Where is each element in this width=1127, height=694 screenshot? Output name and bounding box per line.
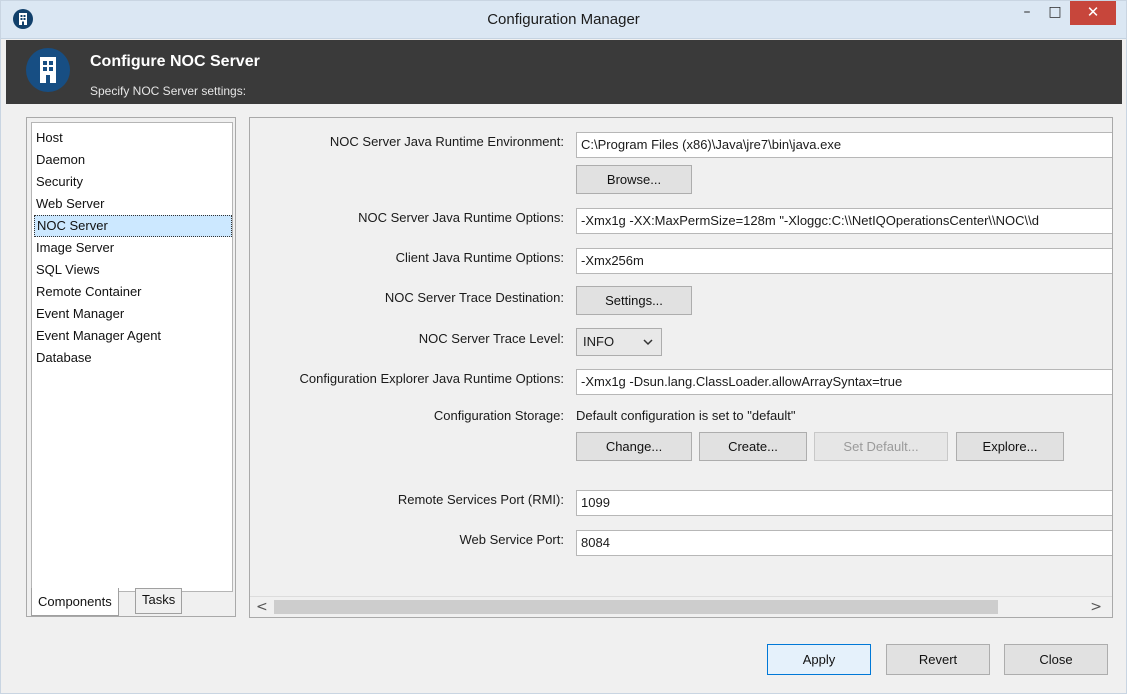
client-options-field[interactable]: -Xmx256m xyxy=(576,248,1112,274)
explorer-options-label: Configuration Explorer Java Runtime Opti… xyxy=(299,371,564,386)
chevron-down-icon xyxy=(643,329,653,365)
close-button[interactable]: Close xyxy=(1004,644,1108,675)
set-default-button[interactable]: Set Default... xyxy=(814,432,948,461)
revert-button[interactable]: Revert xyxy=(886,644,990,675)
trace-destination-label: NOC Server Trace Destination: xyxy=(384,290,564,305)
sidebar-item-daemon[interactable]: Daemon xyxy=(34,149,232,171)
storage-status-text: Default configuration is set to "default… xyxy=(576,408,796,423)
window-title: Configuration Manager xyxy=(487,11,640,28)
sidebar-item-remote-container[interactable]: Remote Container xyxy=(34,281,232,303)
scrollbar-thumb[interactable] xyxy=(274,600,998,614)
sidebar-item-event-manager-agent[interactable]: Event Manager Agent xyxy=(34,325,232,347)
sidebar-item-sql-views[interactable]: SQL Views xyxy=(34,259,232,281)
building-icon xyxy=(26,48,70,92)
sidebar-item-noc-server[interactable]: NOC Server xyxy=(34,215,232,237)
client-options-label: Client Java Runtime Options: xyxy=(395,250,564,265)
configuration-manager-window: Configuration Manager – □ ✕ Configure NO… xyxy=(0,0,1127,694)
rmi-port-label: Remote Services Port (RMI): xyxy=(397,492,564,507)
sidebar-item-image-server[interactable]: Image Server xyxy=(34,237,232,259)
runtime-options-field[interactable]: -Xmx1g -XX:MaxPermSize=128m "-Xloggc:C:\… xyxy=(576,208,1112,234)
sidebar-item-database[interactable]: Database xyxy=(34,347,232,369)
header-banner: Configure NOC Server Specify NOC Server … xyxy=(6,40,1122,104)
change-button[interactable]: Change... xyxy=(576,432,692,461)
trace-level-label: NOC Server Trace Level: xyxy=(418,331,564,346)
web-port-label: Web Service Port: xyxy=(459,532,564,547)
banner-subtitle: Specify NOC Server settings: xyxy=(90,84,247,98)
create-button[interactable]: Create... xyxy=(699,432,807,461)
web-port-field[interactable]: 8084 xyxy=(576,530,1112,556)
jre-field[interactable]: C:\Program Files (x86)\Java\jre7\bin\jav… xyxy=(576,132,1112,158)
rmi-port-field[interactable]: 1099 xyxy=(576,490,1112,516)
minimize-button[interactable]: – xyxy=(1014,1,1040,25)
sidebar-item-security[interactable]: Security xyxy=(34,171,232,193)
trace-level-value: INFO xyxy=(583,334,615,349)
settings-panel: NOC Server Java Runtime Environment: C:\… xyxy=(249,117,1113,618)
tab-components[interactable]: Components xyxy=(31,588,119,616)
close-window-button[interactable]: ✕ xyxy=(1070,1,1116,25)
scroll-left-arrow[interactable]: < xyxy=(256,599,268,615)
panel-tabs: Components Tasks xyxy=(31,588,233,616)
maximize-button[interactable]: □ xyxy=(1041,1,1069,25)
settings-button[interactable]: Settings... xyxy=(576,286,692,315)
components-panel: Host Daemon Security Web Server NOC Serv… xyxy=(26,117,236,617)
horizontal-scrollbar[interactable]: < > xyxy=(250,596,1112,617)
title-bar[interactable]: Configuration Manager – □ ✕ xyxy=(1,1,1126,39)
scroll-right-arrow[interactable]: > xyxy=(1090,599,1102,615)
components-list[interactable]: Host Daemon Security Web Server NOC Serv… xyxy=(31,122,233,592)
tab-tasks[interactable]: Tasks xyxy=(135,588,183,614)
apply-button[interactable]: Apply xyxy=(767,644,871,675)
sidebar-item-web-server[interactable]: Web Server xyxy=(34,193,232,215)
banner-title: Configure NOC Server xyxy=(90,53,260,70)
jre-label: NOC Server Java Runtime Environment: xyxy=(329,134,564,149)
explore-button[interactable]: Explore... xyxy=(956,432,1064,461)
sidebar-item-host[interactable]: Host xyxy=(34,127,232,149)
trace-level-select[interactable]: INFO xyxy=(576,328,662,356)
storage-label: Configuration Storage: xyxy=(433,408,564,423)
runtime-options-label: NOC Server Java Runtime Options: xyxy=(358,210,564,225)
sidebar-item-event-manager[interactable]: Event Manager xyxy=(34,303,232,325)
browse-button[interactable]: Browse... xyxy=(576,165,692,194)
explorer-options-field[interactable]: -Xmx1g -Dsun.lang.ClassLoader.allowArray… xyxy=(576,369,1112,395)
